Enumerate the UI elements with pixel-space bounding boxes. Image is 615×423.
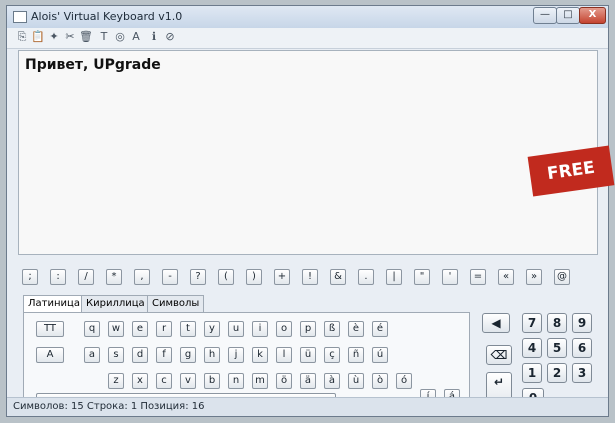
letter-key[interactable]: ä: [300, 373, 316, 389]
key-9[interactable]: +: [274, 269, 290, 285]
letter-key[interactable]: z: [108, 373, 124, 389]
settings-icon[interactable]: ✦: [47, 30, 61, 44]
letter-key[interactable]: ñ: [348, 347, 364, 363]
letters-panel: TT A q w e r t y u i o p ß è é a s d f g…: [23, 312, 470, 405]
key-0[interactable]: ;: [22, 269, 38, 285]
text-editor[interactable]: Привет, UPgrade: [18, 50, 598, 255]
close-button[interactable]: X: [579, 7, 606, 24]
letter-key[interactable]: k: [252, 347, 268, 363]
letter-key[interactable]: ò: [372, 373, 388, 389]
key-5[interactable]: -: [162, 269, 178, 285]
trash-icon[interactable]: 🗑: [79, 30, 93, 44]
numpad-8[interactable]: 8: [547, 313, 567, 333]
key-7[interactable]: (: [218, 269, 234, 285]
tab-latin[interactable]: Латиница: [23, 295, 85, 313]
delete-icon[interactable]: ⌫: [486, 345, 512, 365]
copy-icon[interactable]: ⎘: [15, 30, 29, 44]
key-16[interactable]: =: [470, 269, 486, 285]
cut-icon[interactable]: ✂: [63, 30, 77, 44]
numpad-6[interactable]: 6: [572, 338, 592, 358]
letter-key[interactable]: h: [204, 347, 220, 363]
letter-key[interactable]: s: [108, 347, 124, 363]
key-12[interactable]: .: [358, 269, 374, 285]
letter-key[interactable]: m: [252, 373, 268, 389]
stop-icon[interactable]: ⊘: [163, 30, 177, 44]
key-2[interactable]: /: [78, 269, 94, 285]
numpad-3[interactable]: 3: [572, 363, 592, 383]
toolbar: ⎘ 📋 ✦ ✂ 🗑 T ◎ A ℹ ⊘: [7, 28, 608, 49]
letter-key[interactable]: q: [84, 321, 100, 337]
letter-key[interactable]: ó: [396, 373, 412, 389]
letter-key[interactable]: t: [180, 321, 196, 337]
key-3[interactable]: *: [106, 269, 122, 285]
font-style-button[interactable]: A: [36, 347, 64, 363]
letter-key[interactable]: ú: [372, 347, 388, 363]
numpad-9[interactable]: 9: [572, 313, 592, 333]
letter-key[interactable]: ß: [324, 321, 340, 337]
title-bar: Alois' Virtual Keyboard v1.0 — □ X: [7, 6, 608, 29]
numpad-7[interactable]: 7: [522, 313, 542, 333]
paste-icon[interactable]: 📋: [31, 30, 45, 44]
minimize-button[interactable]: —: [533, 7, 557, 24]
key-8[interactable]: ): [246, 269, 262, 285]
color-icon[interactable]: ◎: [113, 30, 127, 44]
letter-key[interactable]: v: [180, 373, 196, 389]
letter-key[interactable]: a: [84, 347, 100, 363]
letter-key[interactable]: ç: [324, 347, 340, 363]
letter-key[interactable]: f: [156, 347, 172, 363]
key-10[interactable]: !: [302, 269, 318, 285]
key-6[interactable]: ?: [190, 269, 206, 285]
letter-key[interactable]: c: [156, 373, 172, 389]
tab-cyrillic[interactable]: Кириллица: [81, 295, 150, 312]
numpad-5[interactable]: 5: [547, 338, 567, 358]
letter-key[interactable]: e: [132, 321, 148, 337]
key-18[interactable]: »: [526, 269, 542, 285]
letter-key[interactable]: y: [204, 321, 220, 337]
letter-key[interactable]: ü: [300, 347, 316, 363]
backspace-icon[interactable]: ◀: [482, 313, 510, 333]
app-window: Alois' Virtual Keyboard v1.0 — □ X ⎘ 📋 ✦…: [6, 5, 615, 417]
numpad-2[interactable]: 2: [547, 363, 567, 383]
key-17[interactable]: «: [498, 269, 514, 285]
letter-key[interactable]: o: [276, 321, 292, 337]
text-icon[interactable]: A: [129, 30, 143, 44]
letter-key[interactable]: à: [324, 373, 340, 389]
numpad-1[interactable]: 1: [522, 363, 542, 383]
editor-text: Привет, UPgrade: [25, 57, 161, 73]
letter-key[interactable]: w: [108, 321, 124, 337]
key-15[interactable]: ': [442, 269, 458, 285]
letter-key[interactable]: p: [300, 321, 316, 337]
app-icon: [13, 11, 27, 23]
key-4[interactable]: ,: [134, 269, 150, 285]
letter-key[interactable]: é: [372, 321, 388, 337]
key-11[interactable]: &: [330, 269, 346, 285]
letter-key[interactable]: d: [132, 347, 148, 363]
letter-key[interactable]: g: [180, 347, 196, 363]
window-title: Alois' Virtual Keyboard v1.0: [31, 10, 183, 23]
status-bar: Символов: 15 Строка: 1 Позиция: 16: [7, 397, 608, 416]
letter-key[interactable]: i: [252, 321, 268, 337]
numpad-4[interactable]: 4: [522, 338, 542, 358]
letter-key[interactable]: u: [228, 321, 244, 337]
symbol-keys-row: ; : / * , - ? ( ) + ! & . | " ' = « » @: [22, 269, 602, 287]
maximize-button[interactable]: □: [556, 7, 580, 24]
letter-key[interactable]: ö: [276, 373, 292, 389]
status-text: Символов: 15 Строка: 1 Позиция: 16: [13, 401, 205, 412]
key-19[interactable]: @: [554, 269, 570, 285]
letter-key[interactable]: è: [348, 321, 364, 337]
case-toggle-button[interactable]: TT: [36, 321, 64, 337]
letter-key[interactable]: j: [228, 347, 244, 363]
font-icon[interactable]: T: [97, 30, 111, 44]
letter-key[interactable]: r: [156, 321, 172, 337]
key-14[interactable]: ": [414, 269, 430, 285]
letter-key[interactable]: l: [276, 347, 292, 363]
letter-key[interactable]: n: [228, 373, 244, 389]
letter-key[interactable]: x: [132, 373, 148, 389]
tab-symbols[interactable]: Символы: [147, 295, 205, 312]
key-13[interactable]: |: [386, 269, 402, 285]
letter-key[interactable]: ù: [348, 373, 364, 389]
letter-key[interactable]: b: [204, 373, 220, 389]
info-icon[interactable]: ℹ: [147, 30, 161, 44]
key-1[interactable]: :: [50, 269, 66, 285]
